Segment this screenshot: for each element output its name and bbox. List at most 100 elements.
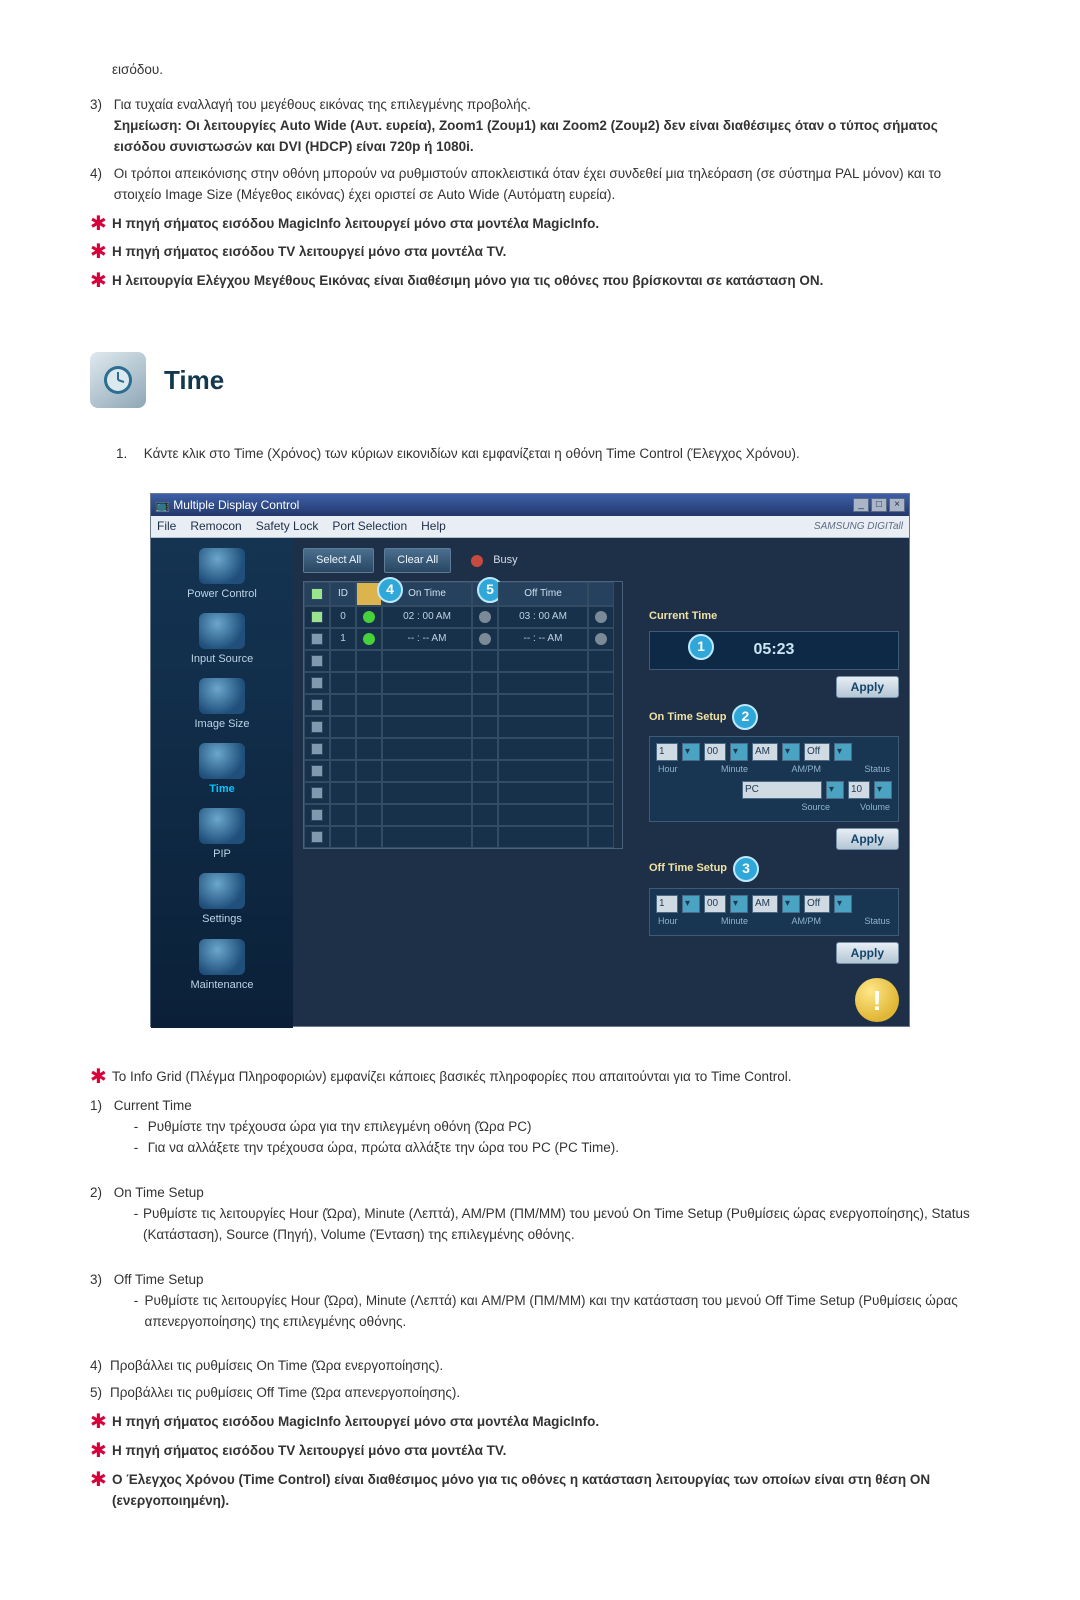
info-grid: ID 4 On Time 5 Off Time 0 02	[303, 581, 623, 849]
busy-label: Busy	[493, 552, 517, 569]
status-dot	[479, 633, 491, 645]
current-time-label: Current Time	[649, 608, 899, 625]
section-heading: Time	[90, 352, 990, 408]
status-dot	[363, 611, 375, 623]
select-all-button[interactable]: Select All	[303, 548, 374, 573]
menubar: File Remocon Safety Lock Port Selection …	[151, 516, 909, 538]
minute-field[interactable]: 00	[704, 895, 726, 913]
row-checkbox[interactable]	[311, 611, 323, 623]
right-panel: Current Time 1 05:23 Apply On Time Setup…	[649, 602, 899, 964]
section-lead: 1. Κάντε κλικ στο Time (Χρόνος) των κύρι…	[116, 444, 990, 465]
app-window: 📺 Multiple Display Control _ □ × File Re…	[150, 493, 910, 1027]
list-item: 4)Προβάλλει τις ρυθμίσεις On Time (Ώρα ε…	[90, 1356, 990, 1377]
source-drop[interactable]: ▾	[826, 781, 844, 799]
status-field[interactable]: Off	[804, 895, 830, 913]
list-item: 3) Off Time Setup -Ρυθμίστε τις λειτουργ…	[90, 1270, 990, 1333]
note-image-size: ✱ Η λειτουργία Ελέγχου Μεγέθους Εικόνας …	[90, 271, 990, 292]
section-title: Time	[164, 360, 224, 400]
close-button[interactable]: ×	[889, 498, 905, 512]
hour-field[interactable]: 1	[656, 743, 678, 761]
menu-safety-lock[interactable]: Safety Lock	[256, 517, 319, 536]
clear-all-button[interactable]: Clear All	[384, 548, 451, 573]
note-info-grid: ✱ Το Info Grid (Πλέγμα Πληροφοριών) εμφα…	[90, 1067, 990, 1088]
item-3-note: Σημείωση: Οι λειτουργίες Auto Wide (Αυτ.…	[114, 118, 938, 154]
status-dot	[595, 611, 607, 623]
col-id: ID	[330, 582, 356, 606]
status-field[interactable]: Off	[804, 743, 830, 761]
sidebar-item-pip[interactable]: PIP	[157, 808, 287, 863]
star-icon: ✱	[90, 271, 107, 291]
sidebar-item-power[interactable]: Power Control	[157, 548, 287, 603]
list-item: 1) Current Time -Ρυθμίστε την τρέχουσα ώ…	[90, 1096, 990, 1159]
on-time-setup-label: On Time Setup 2	[649, 704, 899, 730]
note-magicinfo: ✱ Η πηγή σήματος εισόδου MagicInfo λειτο…	[90, 1412, 990, 1433]
intro-text: εισόδου.	[90, 60, 990, 81]
status-dot	[479, 611, 491, 623]
titlebar: 📺 Multiple Display Control _ □ ×	[151, 494, 909, 516]
col-on-time: 4 On Time	[382, 582, 472, 606]
header-checkbox[interactable]	[311, 588, 323, 600]
menu-port-selection[interactable]: Port Selection	[332, 517, 407, 536]
callout-1: 1	[688, 634, 714, 660]
col-off-time: Off Time	[498, 582, 588, 606]
row-checkbox[interactable]	[311, 633, 323, 645]
minute-field[interactable]: 00	[704, 743, 726, 761]
off-time-setup-label: Off Time Setup 3	[649, 856, 899, 882]
minute-drop[interactable]: ▾	[730, 743, 748, 761]
window-title: 📺 Multiple Display Control	[155, 496, 299, 515]
volume-drop[interactable]: ▾	[874, 781, 892, 799]
status-dot	[595, 633, 607, 645]
star-icon: ✱	[90, 1470, 107, 1490]
item-3-text: Για τυχαία εναλλαγή του μεγέθους εικόνας…	[114, 97, 531, 112]
maximize-button[interactable]: □	[871, 498, 887, 512]
apply-button[interactable]: Apply	[836, 942, 899, 964]
sidebar-item-time[interactable]: Time	[157, 743, 287, 798]
ampm-drop[interactable]: ▾	[782, 743, 800, 761]
busy-icon	[471, 555, 483, 567]
star-icon: ✱	[90, 242, 107, 262]
menu-remocon[interactable]: Remocon	[190, 517, 241, 536]
clock-icon	[90, 352, 146, 408]
volume-field[interactable]: 10	[848, 781, 870, 799]
callout-4: 4	[377, 577, 403, 603]
ampm-field[interactable]: AM	[752, 743, 778, 761]
source-field[interactable]: PC	[742, 781, 822, 799]
hour-drop[interactable]: ▾	[682, 743, 700, 761]
status-drop[interactable]: ▾	[834, 743, 852, 761]
note-tv: ✱ Η πηγή σήματος εισόδου TV λειτουργεί μ…	[90, 242, 990, 263]
callout-2: 2	[732, 704, 758, 730]
sidebar-item-settings[interactable]: Settings	[157, 873, 287, 928]
note-magicinfo: ✱ Η πηγή σήματος εισόδου MagicInfo λειτο…	[90, 214, 990, 235]
off-time-setup-box: 1▾ 00▾ AM▾ Off▾ HourMinuteAM/PMStatus	[649, 888, 899, 936]
menu-help[interactable]: Help	[421, 517, 446, 536]
list-item: 2) On Time Setup -Ρυθμίστε τις λειτουργί…	[90, 1183, 990, 1246]
minimize-button[interactable]: _	[853, 498, 869, 512]
note-tv: ✱ Η πηγή σήματος εισόδου TV λειτουργεί μ…	[90, 1441, 990, 1462]
list-item: 3) Για τυχαία εναλλαγή του μεγέθους εικό…	[90, 95, 990, 158]
sidebar-item-input[interactable]: Input Source	[157, 613, 287, 668]
star-icon: ✱	[90, 1067, 107, 1087]
list-item: 4) Οι τρόποι απεικόνισης στην οθόνη μπορ…	[90, 164, 990, 206]
table-row[interactable]: 0 02 : 00 AM 03 : 00 AM	[304, 606, 622, 628]
star-icon: ✱	[90, 1441, 107, 1461]
brand-label: SAMSUNG DIGITall	[814, 519, 903, 535]
sidebar-item-image[interactable]: Image Size	[157, 678, 287, 733]
item-4-text: Οι τρόποι απεικόνισης στην οθόνη μπορούν…	[114, 164, 974, 206]
apply-button[interactable]: Apply	[836, 676, 899, 698]
list-item: 5)Προβάλλει τις ρυθμίσεις Off Time (Ώρα …	[90, 1383, 990, 1404]
ampm-field[interactable]: AM	[752, 895, 778, 913]
alert-icon: !	[855, 978, 899, 1022]
star-icon: ✱	[90, 214, 107, 234]
apply-button[interactable]: Apply	[836, 828, 899, 850]
clock-display: 1 05:23	[649, 631, 899, 670]
star-icon: ✱	[90, 1412, 107, 1432]
note-time-control: ✱ Ο Έλεγχος Χρόνου (Time Control) είναι …	[90, 1470, 990, 1512]
status-dot	[363, 633, 375, 645]
callout-3: 3	[733, 856, 759, 882]
on-time-setup-box: 1▾ 00▾ AM▾ Off▾ HourMinuteAM/PMStatus PC…	[649, 736, 899, 822]
sidebar-item-maintenance[interactable]: Maintenance	[157, 939, 287, 994]
sidebar: Power Control Input Source Image Size Ti…	[151, 538, 293, 1028]
hour-field[interactable]: 1	[656, 895, 678, 913]
menu-file[interactable]: File	[157, 517, 176, 536]
table-row[interactable]: 1 -- : -- AM -- : -- AM	[304, 628, 622, 650]
